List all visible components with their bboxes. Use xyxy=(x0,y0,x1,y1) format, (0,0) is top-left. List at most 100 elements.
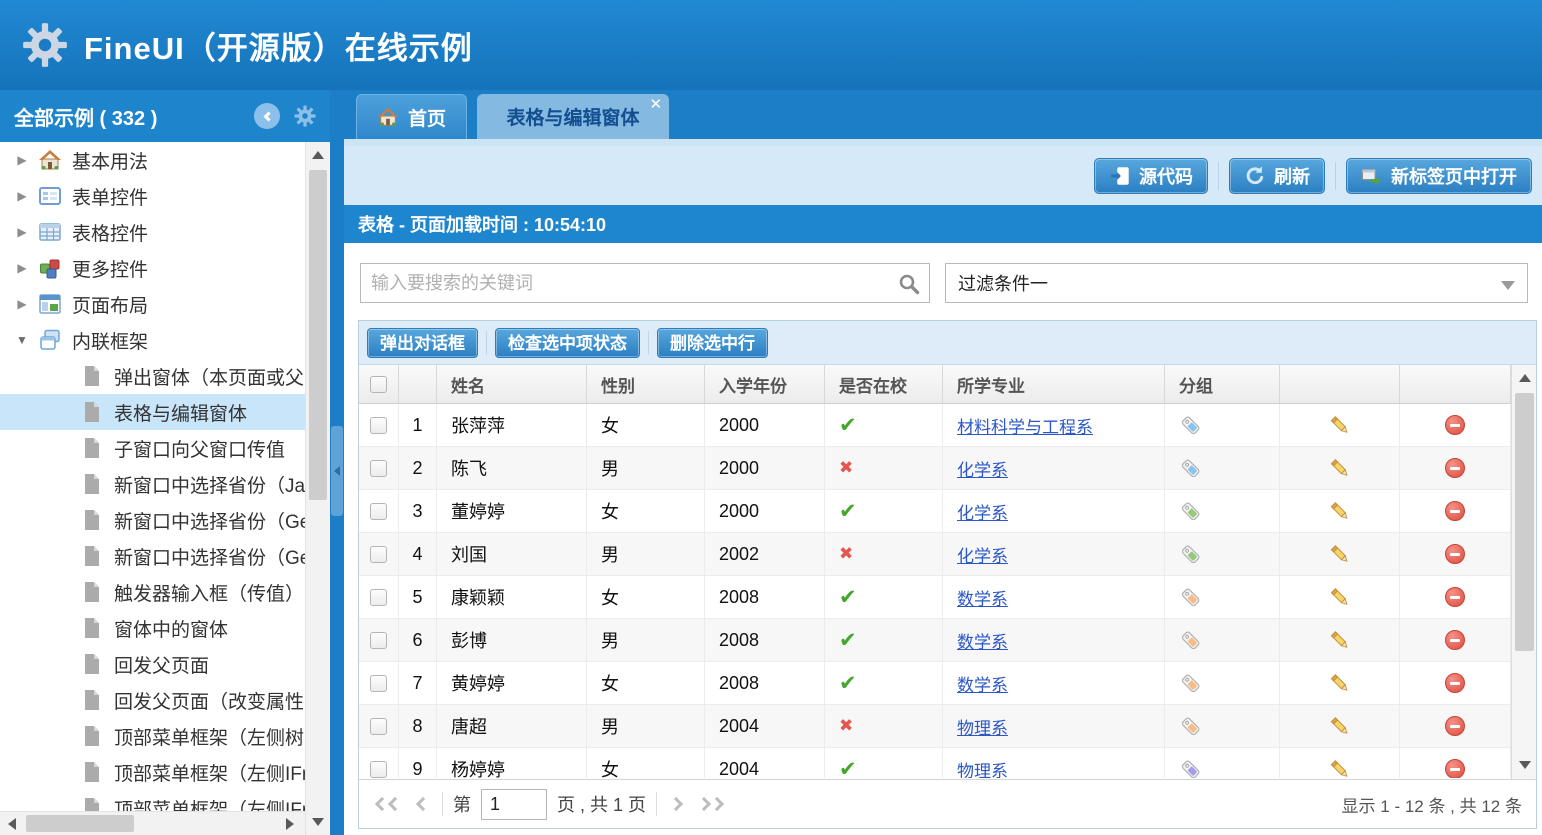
edit-pencil-icon[interactable] xyxy=(1328,499,1352,523)
edit-pencil-icon[interactable] xyxy=(1328,671,1352,695)
tag-icon[interactable] xyxy=(1179,714,1203,738)
row-checkbox[interactable] xyxy=(370,589,387,606)
edit-pencil-icon[interactable] xyxy=(1328,456,1352,480)
close-icon[interactable]: ✕ xyxy=(649,95,662,113)
table-row[interactable]: 5 康颖颖 女 2008 ✔ 数学系 xyxy=(359,576,1511,619)
tree-item[interactable]: 顶部菜单框架（左侧IFra xyxy=(0,790,305,811)
tag-icon[interactable] xyxy=(1179,542,1203,566)
tree-item[interactable]: ▶ 基本用法 xyxy=(0,142,305,178)
edit-pencil-icon[interactable] xyxy=(1328,757,1352,778)
scrollbar-thumb[interactable] xyxy=(309,170,327,500)
tag-icon[interactable] xyxy=(1179,628,1203,652)
column-header-major[interactable]: 所学专业 xyxy=(943,365,1165,403)
scroll-left-icon[interactable] xyxy=(8,818,16,830)
tag-icon[interactable] xyxy=(1179,413,1203,437)
column-header-group[interactable]: 分组 xyxy=(1165,365,1280,403)
open-new-tab-button[interactable]: 新标签页中打开 xyxy=(1346,158,1532,194)
column-header-delete[interactable] xyxy=(1400,365,1511,403)
next-page-button[interactable] xyxy=(667,795,685,813)
tree-expand-icon[interactable]: ▼ xyxy=(14,333,30,347)
row-checkbox[interactable] xyxy=(370,460,387,477)
check-selected-button[interactable]: 检查选中项状态 xyxy=(495,328,640,358)
refresh-button[interactable]: 刷新 xyxy=(1229,158,1325,194)
delete-icon[interactable] xyxy=(1445,630,1465,650)
table-row[interactable]: 6 彭博 男 2008 ✔ 数学系 xyxy=(359,619,1511,662)
delete-icon[interactable] xyxy=(1445,544,1465,564)
table-row[interactable]: 1 张萍萍 女 2000 ✔ 材料科学与工程系 xyxy=(359,404,1511,447)
major-link[interactable]: 材料科学与工程系 xyxy=(957,413,1093,438)
tree-item[interactable]: 弹出窗体（本页面或父页 xyxy=(0,358,305,394)
delete-icon[interactable] xyxy=(1445,716,1465,736)
edit-pencil-icon[interactable] xyxy=(1328,542,1352,566)
table-row[interactable]: 7 黄婷婷 女 2008 ✔ 数学系 xyxy=(359,662,1511,705)
major-link[interactable]: 化学系 xyxy=(957,456,1008,481)
tree-expand-icon[interactable]: ▶ xyxy=(14,261,30,275)
sidebar-vertical-scrollbar[interactable] xyxy=(305,142,330,835)
edit-pencil-icon[interactable] xyxy=(1328,714,1352,738)
column-header-rownum[interactable] xyxy=(399,365,437,403)
table-row[interactable]: 4 刘国 男 2002 ✖ 化学系 xyxy=(359,533,1511,576)
row-checkbox[interactable] xyxy=(370,546,387,563)
tree-item[interactable]: 顶部菜单框架（左侧IFra xyxy=(0,754,305,790)
major-link[interactable]: 物理系 xyxy=(957,757,1008,779)
search-icon[interactable] xyxy=(897,272,921,296)
tree-expand-icon[interactable]: ▶ xyxy=(14,297,30,311)
tree-item[interactable]: ▶ 更多控件 xyxy=(0,250,305,286)
tree-item[interactable]: 新窗口中选择省份（Jav xyxy=(0,466,305,502)
scroll-right-icon[interactable] xyxy=(286,818,294,830)
tree-expand-icon[interactable]: ▶ xyxy=(14,225,30,239)
tag-icon[interactable] xyxy=(1179,671,1203,695)
scrollbar-thumb[interactable] xyxy=(26,815,134,832)
first-page-button[interactable] xyxy=(373,795,404,813)
scroll-down-icon[interactable] xyxy=(1519,761,1531,769)
tree-item[interactable]: 回发父页面 xyxy=(0,646,305,682)
tree-item[interactable]: 子窗口向父窗口传值 xyxy=(0,430,305,466)
tree-item[interactable]: ▶ 表格控件 xyxy=(0,214,305,250)
scrollbar-thumb[interactable] xyxy=(1515,393,1534,651)
tree-item[interactable]: 回发父页面（改变属性或 xyxy=(0,682,305,718)
delete-icon[interactable] xyxy=(1445,458,1465,478)
edit-pencil-icon[interactable] xyxy=(1328,585,1352,609)
edit-pencil-icon[interactable] xyxy=(1328,413,1352,437)
open-dialog-button[interactable]: 弹出对话框 xyxy=(367,328,478,358)
column-header-name[interactable]: 姓名 xyxy=(437,365,587,403)
delete-icon[interactable] xyxy=(1445,501,1465,521)
sidebar-splitter[interactable] xyxy=(330,90,344,835)
major-link[interactable]: 数学系 xyxy=(957,671,1008,696)
table-row[interactable]: 8 唐超 男 2004 ✖ 物理系 xyxy=(359,705,1511,748)
tree-item[interactable]: 新窗口中选择省份（Get xyxy=(0,538,305,574)
edit-pencil-icon[interactable] xyxy=(1328,628,1352,652)
column-header-year[interactable]: 入学年份 xyxy=(705,365,825,403)
delete-selected-button[interactable]: 删除选中行 xyxy=(657,328,768,358)
delete-icon[interactable] xyxy=(1445,759,1465,778)
delete-icon[interactable] xyxy=(1445,415,1465,435)
sidebar-horizontal-scrollbar[interactable] xyxy=(0,811,305,835)
table-row[interactable]: 9 杨婷婷 女 2004 ✔ 物理系 xyxy=(359,748,1511,778)
table-vertical-scrollbar[interactable] xyxy=(1511,365,1536,779)
last-page-button[interactable] xyxy=(695,795,726,813)
scroll-down-icon[interactable] xyxy=(312,818,324,826)
splitter-collapse-handle[interactable] xyxy=(331,426,343,516)
tab-grid-edit-window[interactable]: 表格与编辑窗体 ✕ xyxy=(477,94,669,139)
table-row[interactable]: 2 陈飞 男 2000 ✖ 化学系 xyxy=(359,447,1511,490)
major-link[interactable]: 物理系 xyxy=(957,714,1008,739)
row-checkbox[interactable] xyxy=(370,675,387,692)
collapse-circle-icon[interactable] xyxy=(254,103,280,129)
tag-icon[interactable] xyxy=(1179,757,1203,778)
tab-home[interactable]: 首页 xyxy=(356,94,467,139)
row-checkbox[interactable] xyxy=(370,632,387,649)
tree-item[interactable]: ▶ 表单控件 xyxy=(0,178,305,214)
delete-icon[interactable] xyxy=(1445,587,1465,607)
select-all-checkbox[interactable] xyxy=(370,376,387,393)
filter-dropdown[interactable]: 过滤条件一 xyxy=(945,263,1528,303)
page-number-input[interactable] xyxy=(481,789,547,820)
column-header-edit[interactable] xyxy=(1280,365,1400,403)
tree-expand-icon[interactable]: ▶ xyxy=(14,153,30,167)
tree-item[interactable]: 窗体中的窗体 xyxy=(0,610,305,646)
major-link[interactable]: 数学系 xyxy=(957,628,1008,653)
column-header-enrolled[interactable]: 是否在校 xyxy=(825,365,943,403)
row-checkbox[interactable] xyxy=(370,718,387,735)
prev-page-button[interactable] xyxy=(414,795,432,813)
source-code-button[interactable]: 源代码 xyxy=(1094,158,1208,194)
row-checkbox[interactable] xyxy=(370,761,387,778)
